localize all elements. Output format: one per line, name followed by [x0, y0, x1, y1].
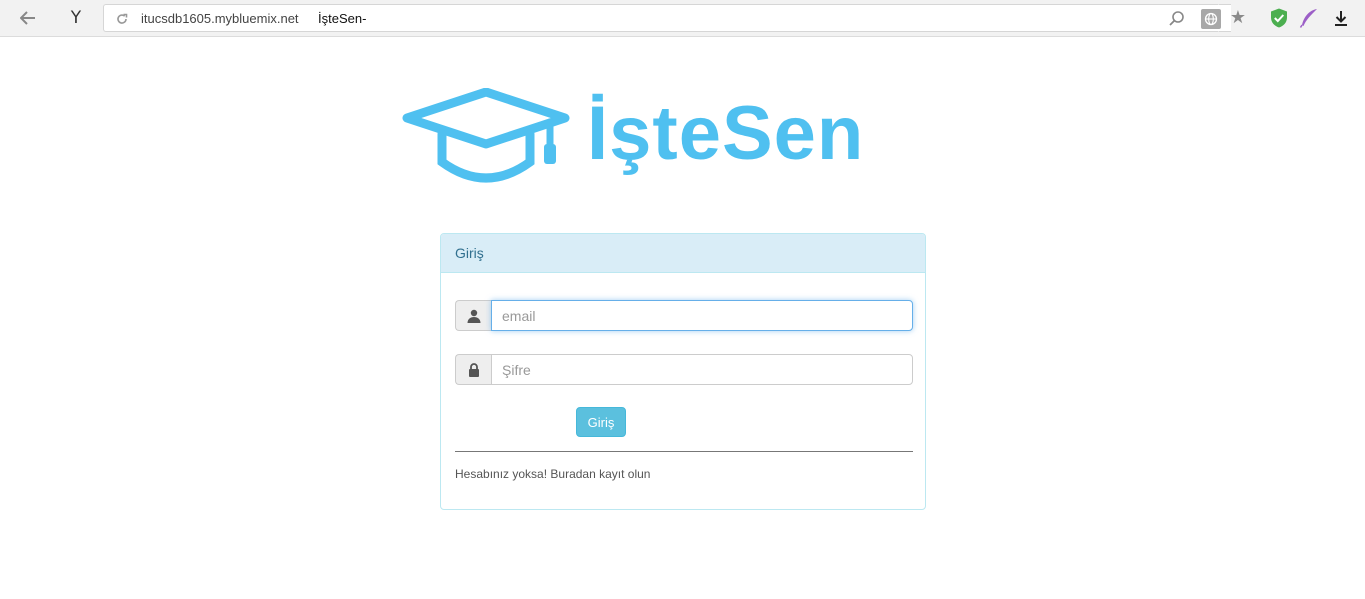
- address-bar[interactable]: itucsdb1605.mybluemix.net İşteSen-: [103, 4, 1231, 32]
- password-input-group: [455, 354, 913, 385]
- back-arrow-icon: [20, 11, 35, 25]
- register-prompt: Hesabınız yoksa! Buradan kayıt olun: [455, 467, 650, 481]
- login-panel: Giriş Giriş Hesabınız yoksa! Buradan kay…: [440, 233, 926, 510]
- register-prefix: Hesabınız yoksa!: [455, 467, 548, 481]
- logo: İşteSen: [402, 88, 892, 192]
- url-page-title: İşteSen-: [318, 11, 367, 26]
- email-input-group: [455, 300, 913, 331]
- graduation-cap-icon: [402, 88, 570, 183]
- lock-icon: [455, 354, 491, 385]
- star-icon[interactable]: ★: [1228, 7, 1248, 27]
- register-link[interactable]: Buradan kayıt olun: [550, 467, 650, 481]
- yandex-icon[interactable]: Y: [62, 6, 90, 30]
- login-button[interactable]: Giriş: [576, 407, 626, 437]
- email-input[interactable]: [491, 300, 913, 331]
- divider: [455, 451, 913, 452]
- globe-icon[interactable]: [1201, 9, 1221, 29]
- url-domain: itucsdb1605.mybluemix.net: [141, 11, 299, 26]
- reload-icon[interactable]: [114, 11, 130, 27]
- user-icon: [455, 300, 491, 331]
- shield-check-icon[interactable]: [1268, 7, 1290, 29]
- back-button[interactable]: [14, 6, 42, 30]
- password-input[interactable]: [491, 354, 913, 385]
- logo-text: İşteSen: [587, 91, 865, 176]
- search-icon[interactable]: [1168, 10, 1186, 28]
- panel-heading: Giriş: [441, 234, 925, 273]
- feather-icon[interactable]: [1298, 7, 1320, 29]
- browser-toolbar: Y itucsdb1605.mybluemix.net İşteSen- ★: [0, 0, 1365, 37]
- download-icon[interactable]: [1331, 8, 1351, 28]
